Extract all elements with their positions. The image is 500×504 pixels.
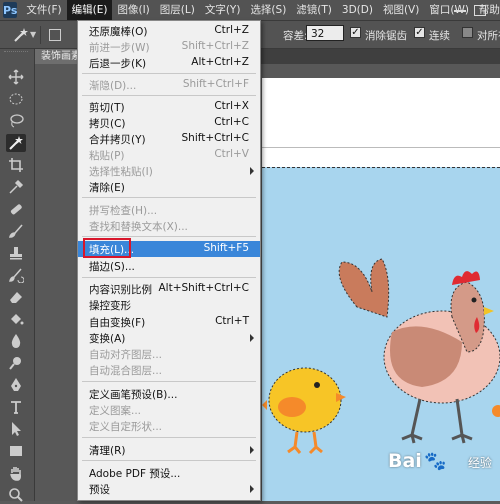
menu-item-find-replace[interactable]: 查找和替换文本(X)...	[78, 218, 260, 234]
edit-menu-dropdown: 还原魔棒(O) Ctrl+Z 前进一步(W) Shift+Ctrl+Z 后退一步(K…	[77, 20, 261, 501]
path-selection-icon[interactable]	[6, 420, 26, 438]
new-selection-icon[interactable]	[49, 28, 62, 41]
panel-grip[interactable]	[4, 51, 28, 55]
menu-separator	[82, 277, 256, 278]
all-layers-label: 对所有	[477, 30, 500, 42]
menu-item-puppet-warp[interactable]: 操控变形	[78, 297, 260, 313]
shape-tool-icon[interactable]	[6, 442, 26, 460]
rooster	[338, 258, 500, 444]
blur-tool-icon[interactable]	[6, 332, 26, 350]
paint-bucket-icon[interactable]	[6, 310, 26, 328]
menu-edit[interactable]: 编辑(E)	[66, 0, 113, 20]
paw-icon: 🐾	[424, 451, 447, 472]
eyedropper-tool-icon[interactable]	[6, 178, 26, 196]
menu-item-undo[interactable]: 还原魔棒(O) Ctrl+Z	[78, 23, 260, 39]
canvas-divider	[262, 147, 500, 148]
menu-item-define-pattern[interactable]: 定义图案...	[78, 402, 260, 418]
pen-tool-icon[interactable]	[6, 376, 26, 394]
menu-select[interactable]: 选择(S)	[245, 0, 291, 20]
menu-separator	[82, 437, 256, 438]
healing-brush-icon[interactable]	[6, 200, 26, 218]
antialias-label: 消除锯齿	[365, 30, 407, 42]
zoom-tool-icon[interactable]	[6, 486, 26, 504]
menu-separator	[82, 73, 256, 74]
menu-type[interactable]: 文字(Y)	[200, 0, 246, 20]
magic-wand-tool-icon[interactable]	[6, 134, 26, 152]
menu-item-define-brush[interactable]: 定义画笔预设(B)...	[78, 386, 260, 402]
watermark-sub: 经验	[468, 456, 493, 470]
minimize-icon[interactable]	[454, 10, 466, 12]
hand-tool-icon[interactable]	[6, 464, 26, 482]
menu-view[interactable]: 视图(V)	[378, 0, 424, 20]
menu-item-spell-check[interactable]: 拼写检查(H)...	[78, 202, 260, 218]
menu-file[interactable]: 文件(F)	[21, 0, 66, 20]
menu-window[interactable]: 窗口(W)	[424, 0, 474, 20]
submenu-arrow-icon	[250, 446, 254, 454]
tolerance-label: 容差:	[283, 30, 308, 42]
menu-layer[interactable]: 图层(L)	[155, 0, 200, 20]
move-tool-icon[interactable]	[6, 68, 26, 86]
menu-item-stroke[interactable]: 描边(S)...	[78, 258, 260, 274]
tools-panel	[0, 49, 35, 504]
marquee-tool-icon[interactable]	[6, 90, 26, 108]
menu-item-paste-special[interactable]: 选择性粘贴(I)	[78, 163, 260, 179]
baidu-watermark: Bai 🐾 经验	[388, 448, 498, 476]
menu-separator	[82, 381, 256, 382]
menu-separator	[82, 95, 256, 96]
eraser-tool-icon[interactable]	[6, 288, 26, 306]
menu-image[interactable]: 图像(I)	[112, 0, 154, 20]
dodge-tool-icon[interactable]	[6, 354, 26, 372]
chevron-down-icon[interactable]: ▼	[30, 30, 36, 39]
lasso-tool-icon[interactable]	[6, 112, 26, 130]
menu-bar: Ps 文件(F) 编辑(E) 图像(I) 图层(L) 文字(Y) 选择(S) 滤…	[0, 0, 500, 21]
menu-item-presets[interactable]: 预设	[78, 481, 260, 497]
annotation-highlight-box	[83, 238, 131, 258]
divider	[40, 25, 42, 44]
menu-item-auto-blend-layers[interactable]: 自动混合图层...	[78, 362, 260, 378]
menu-separator	[82, 460, 256, 461]
menu-item-fade[interactable]: 渐隐(D)... Shift+Ctrl+F	[78, 77, 260, 93]
menu-item-clear[interactable]: 清除(E)	[78, 179, 260, 195]
stamp-tool-icon[interactable]	[6, 244, 26, 262]
menu-item-copy-merged[interactable]: 合并拷贝(Y) Shift+Ctrl+C	[78, 131, 260, 147]
crop-tool-icon[interactable]	[6, 156, 26, 174]
menu-item-adobe-pdf-presets[interactable]: Adobe PDF 预设...	[78, 465, 260, 481]
type-tool-icon[interactable]	[6, 398, 26, 416]
watermark-logo: Bai	[388, 450, 422, 472]
menu-item-purge[interactable]: 清理(R)	[78, 442, 260, 458]
submenu-arrow-icon	[250, 167, 254, 175]
menu-item-cut[interactable]: 剪切(T) Ctrl+X	[78, 99, 260, 115]
submenu-arrow-icon	[250, 485, 254, 493]
menu-item-auto-align-layers[interactable]: 自动对齐图层...	[78, 346, 260, 362]
magic-wand-icon[interactable]	[12, 27, 28, 43]
menu-item-step-backward[interactable]: 后退一步(K) Alt+Ctrl+Z	[78, 55, 260, 71]
menu-separator	[82, 236, 256, 237]
antialias-checkbox[interactable]: ✓	[350, 27, 361, 38]
contiguous-checkbox[interactable]: ✓	[414, 27, 425, 38]
contiguous-label: 连续	[429, 30, 450, 42]
maximize-icon[interactable]	[474, 5, 486, 16]
history-brush-icon[interactable]	[6, 266, 26, 284]
brush-tool-icon[interactable]	[6, 222, 26, 240]
all-layers-checkbox[interactable]	[462, 27, 473, 38]
canvas-top-region	[262, 78, 500, 167]
menu-item-transform[interactable]: 变换(A)	[78, 330, 260, 346]
menu-item-step-forward[interactable]: 前进一步(W) Shift+Ctrl+Z	[78, 39, 260, 55]
menu-filter[interactable]: 滤镜(T)	[291, 0, 337, 20]
menu-item-content-aware-scale[interactable]: 内容识别比例 Alt+Shift+Ctrl+C	[78, 281, 260, 297]
menu-separator	[82, 197, 256, 198]
tolerance-input[interactable]: 32	[306, 25, 344, 41]
menu-item-free-transform[interactable]: 自由变换(F) Ctrl+T	[78, 314, 260, 330]
menu-3d[interactable]: 3D(D)	[337, 0, 378, 20]
photoshop-logo: Ps	[3, 2, 18, 18]
menu-item-copy[interactable]: 拷贝(C) Ctrl+C	[78, 115, 260, 131]
chick	[262, 367, 346, 455]
submenu-arrow-icon	[250, 334, 254, 342]
menu-item-paste[interactable]: 粘贴(P) Ctrl+V	[78, 147, 260, 163]
menu-item-define-custom-shape[interactable]: 定义自定形状...	[78, 418, 260, 434]
